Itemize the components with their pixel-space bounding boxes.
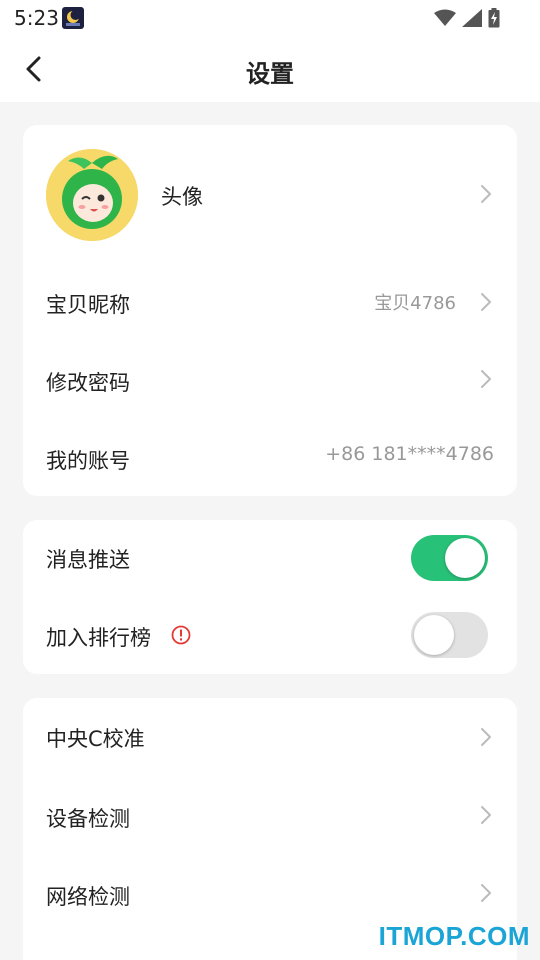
moon-icon xyxy=(62,7,84,29)
chevron-right-icon xyxy=(479,726,493,748)
chevron-right-icon xyxy=(479,368,493,390)
device-check-row[interactable]: 设备检测 xyxy=(23,776,517,854)
ranking-label: 加入排行榜 xyxy=(46,626,151,650)
nickname-label: 宝贝昵称 xyxy=(46,293,130,317)
battery-charging-icon xyxy=(488,8,500,28)
status-bar: 5:23 xyxy=(0,0,540,36)
avatar xyxy=(46,149,138,241)
nickname-row[interactable]: 宝贝昵称 宝贝4786 xyxy=(23,265,517,343)
ranking-toggle[interactable] xyxy=(411,612,488,658)
account-row: 我的账号 +86 181****4786 xyxy=(23,421,517,496)
status-time: 5:23 xyxy=(14,6,59,30)
alert-circle-icon[interactable] xyxy=(171,625,191,645)
change-password-label: 修改密码 xyxy=(46,371,130,395)
app-header: 设置 xyxy=(0,36,540,102)
profile-card: 头像 宝贝昵称 宝贝4786 修改密码 我的账号 +86 181****4786 xyxy=(23,125,517,496)
avatar-label: 头像 xyxy=(161,185,203,209)
account-value: +86 181****4786 xyxy=(325,443,494,465)
signal-icon xyxy=(462,9,482,27)
chevron-right-icon xyxy=(479,291,493,313)
nickname-value: 宝贝4786 xyxy=(374,293,456,314)
toggle-knob xyxy=(445,538,485,578)
ranking-row: 加入排行榜 xyxy=(23,597,517,674)
toggle-knob xyxy=(414,615,454,655)
chevron-right-icon xyxy=(479,183,493,205)
push-notification-toggle[interactable] xyxy=(411,535,488,581)
status-icons xyxy=(434,8,500,28)
page-title: 设置 xyxy=(246,60,294,88)
account-label: 我的账号 xyxy=(46,449,130,473)
push-notification-row: 消息推送 xyxy=(23,520,517,597)
chevron-right-icon xyxy=(479,804,493,826)
change-password-row[interactable]: 修改密码 xyxy=(23,343,517,421)
device-check-label: 设备检测 xyxy=(46,807,130,831)
avatar-row[interactable]: 头像 xyxy=(23,125,517,265)
middle-c-calibration-label: 中央C校准 xyxy=(46,727,145,751)
middle-c-calibration-row[interactable]: 中央C校准 xyxy=(23,698,517,776)
notification-card: 消息推送 加入排行榜 xyxy=(23,520,517,674)
watermark-text: ITMOP.COM xyxy=(378,921,530,951)
network-check-label: 网络检测 xyxy=(46,885,130,909)
chevron-right-icon xyxy=(479,882,493,904)
wifi-icon xyxy=(434,9,456,27)
push-notification-label: 消息推送 xyxy=(46,548,130,572)
